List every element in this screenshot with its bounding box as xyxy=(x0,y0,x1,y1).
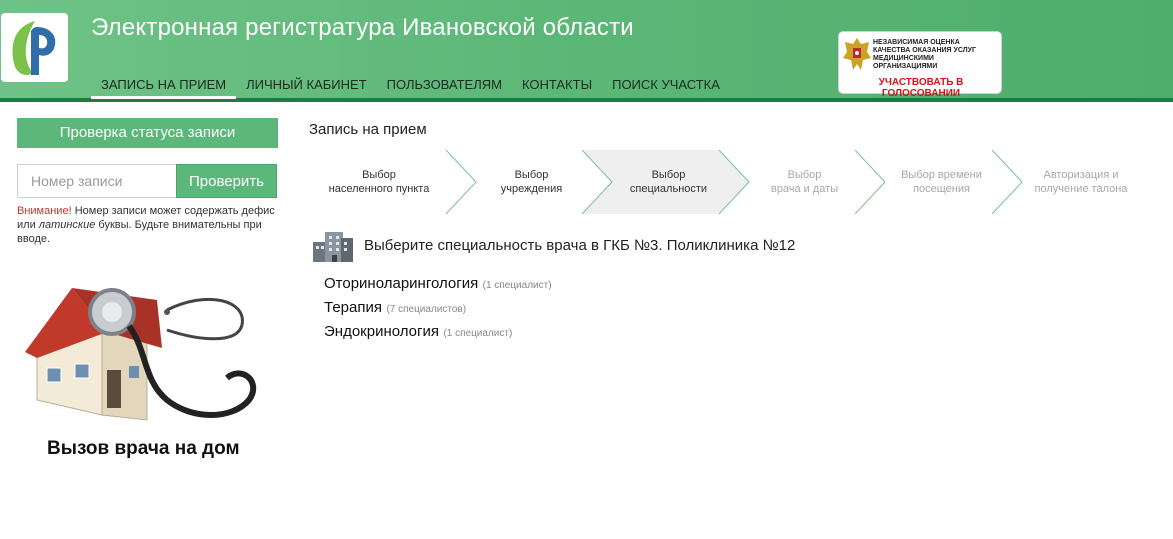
specialist-count: (1 специалист) xyxy=(482,280,552,291)
step-authorization: Авторизация и получение талона xyxy=(1034,169,1128,195)
leaf-p-logo-icon xyxy=(12,21,56,75)
record-number-input[interactable]: Номер записи xyxy=(17,164,177,198)
step-locality[interactable]: Выбор населенного пункта xyxy=(309,150,449,214)
hint-warning: Внимание! xyxy=(17,205,72,217)
nav-item-contacts[interactable]: КОНТАКТЫ xyxy=(512,77,602,99)
clinic-header: Выберите специальность врача в ГКБ №3. П… xyxy=(311,228,795,262)
vote-badge-text: НЕЗАВИСИМАЯ ОЦЕНКА КАЧЕСТВА ОКАЗАНИЯ УСЛ… xyxy=(873,39,976,70)
vote-link[interactable]: УЧАСТВОВАТЬ В ГОЛОСОВАНИИ xyxy=(842,77,1000,99)
status-check-heading: Проверка статуса записи xyxy=(17,118,278,148)
check-button[interactable]: Проверить xyxy=(176,164,277,198)
specialist-count: (7 специалистов) xyxy=(386,304,467,315)
page-title: Запись на прием xyxy=(309,121,427,138)
nav-item-appointment[interactable]: ЗАПИСЬ НА ПРИЕМ xyxy=(91,77,237,99)
nav-item-find-district[interactable]: ПОИСК УЧАСТКА xyxy=(602,77,730,99)
nav-item-users[interactable]: ПОЛЬЗОВАТЕЛЯМ xyxy=(377,77,512,99)
list-item[interactable]: Эндокринология (1 специалист) xyxy=(324,322,552,346)
record-hint: Внимание! Номер записи может содержать д… xyxy=(17,205,275,245)
hospital-building-icon xyxy=(313,232,353,262)
site-logo[interactable] xyxy=(1,13,68,82)
list-item[interactable]: Терапия (7 специалистов) xyxy=(324,298,552,322)
step-specialty: Выбор специальности xyxy=(629,169,708,195)
specialty-list: Оториноларингология (1 специалист) Терап… xyxy=(324,274,552,346)
site-header: Электронная регистратура Ивановской обла… xyxy=(0,0,1173,102)
nav-item-cabinet[interactable]: ЛИЧНЫЙ КАБИНЕТ xyxy=(236,77,377,99)
main-nav: ЗАПИСЬ НА ПРИЕМ ЛИЧНЫЙ КАБИНЕТ ПОЛЬЗОВАТ… xyxy=(91,77,730,99)
home-visit-banner[interactable]: Вызов врача на дом xyxy=(17,270,282,470)
list-item[interactable]: Оториноларингология (1 специалист) xyxy=(324,274,552,298)
home-visit-caption: Вызов врача на дом xyxy=(47,438,240,459)
vote-badge[interactable]: НЕЗАВИСИМАЯ ОЦЕНКА КАЧЕСТВА ОКАЗАНИЯ УСЛ… xyxy=(838,31,1002,99)
house-stethoscope-icon xyxy=(25,288,257,421)
step-visit-time: Выбор времени посещения xyxy=(901,169,982,195)
specialty-name[interactable]: Оториноларингология xyxy=(324,275,478,292)
clinic-title: Выберите специальность врача в ГКБ №3. П… xyxy=(364,236,796,254)
step-doctor-date: Выбор врача и даты xyxy=(770,169,839,195)
site-title: Электронная регистратура Ивановской обла… xyxy=(91,14,634,41)
step-institution[interactable]: Выбор учреждения xyxy=(464,150,599,214)
booking-steps: Выбор населенного пункта Выбор учреждения … xyxy=(309,150,1145,214)
coat-of-arms-icon xyxy=(843,38,871,70)
specialist-count: (1 специалист) xyxy=(443,328,513,339)
specialty-name[interactable]: Эндокринология xyxy=(324,323,439,340)
specialty-name[interactable]: Терапия xyxy=(324,299,382,316)
